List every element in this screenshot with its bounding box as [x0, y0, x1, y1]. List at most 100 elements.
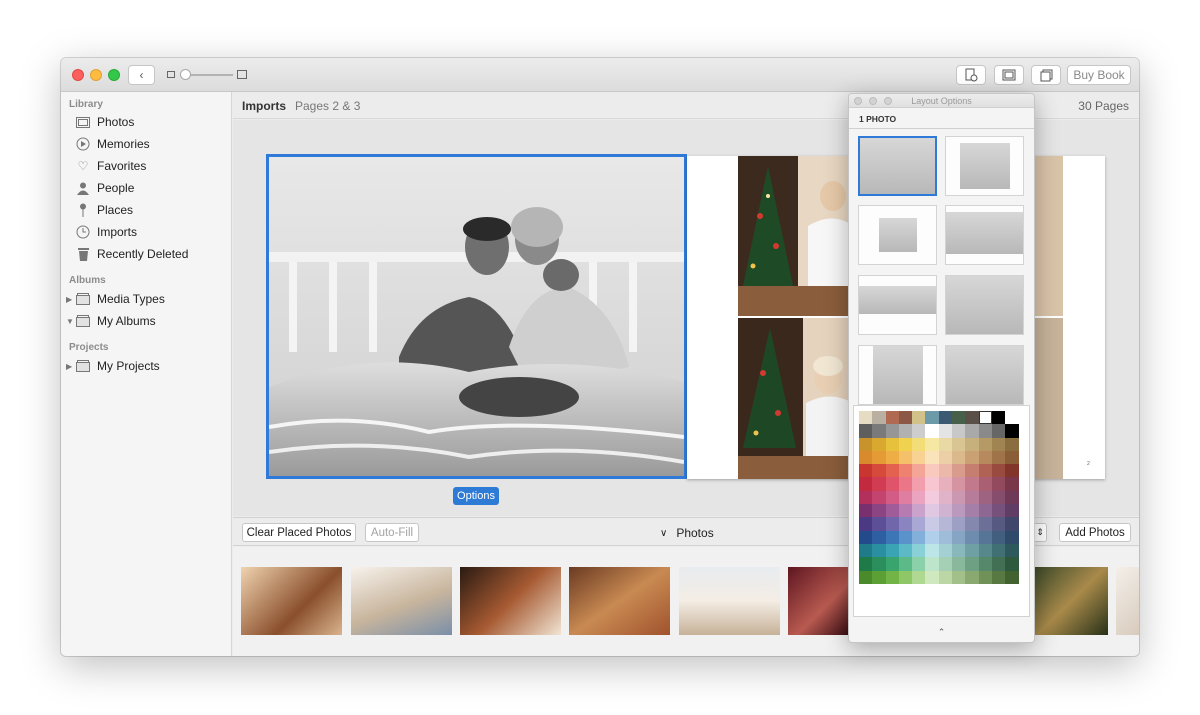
sort-stepper[interactable]: ⇕ [1033, 523, 1047, 542]
color-swatch[interactable] [925, 490, 939, 505]
color-swatch[interactable] [1005, 437, 1019, 451]
color-swatch[interactable] [1005, 530, 1019, 544]
sidebar-item-favorites[interactable]: ♡ Favorites [75, 156, 147, 176]
color-swatch[interactable] [1005, 477, 1019, 491]
layout-option-portrait[interactable] [858, 345, 937, 405]
color-swatch[interactable] [872, 517, 886, 531]
color-swatch[interactable] [1005, 543, 1019, 558]
color-swatch[interactable] [978, 411, 992, 425]
color-swatch[interactable] [978, 530, 992, 544]
color-swatch[interactable] [991, 517, 1006, 531]
tray-photo[interactable] [679, 567, 780, 635]
tray-photo[interactable] [569, 567, 670, 635]
color-swatch[interactable] [1005, 450, 1019, 465]
color-swatch[interactable] [912, 437, 926, 451]
page-options-button[interactable] [1031, 65, 1061, 85]
color-swatch[interactable] [1005, 517, 1019, 531]
color-swatch[interactable] [898, 490, 913, 505]
color-swatch[interactable] [859, 517, 873, 531]
color-swatch[interactable] [938, 411, 953, 425]
color-swatch[interactable] [859, 530, 873, 544]
color-swatch[interactable] [885, 450, 899, 465]
color-swatch[interactable] [872, 437, 886, 451]
color-swatch[interactable] [872, 424, 886, 438]
tray-photo[interactable] [788, 567, 848, 635]
color-swatch[interactable] [938, 450, 953, 465]
color-swatch[interactable] [965, 517, 979, 531]
color-swatch[interactable] [938, 570, 953, 584]
zoom-slider[interactable] [167, 68, 249, 82]
color-swatch[interactable] [925, 557, 939, 571]
panel-zoom-button[interactable] [884, 97, 892, 105]
layout-option-centered-small[interactable] [858, 205, 937, 265]
color-swatch[interactable] [965, 424, 979, 438]
color-swatch[interactable] [912, 557, 926, 571]
color-swatch[interactable] [938, 490, 953, 505]
color-swatch[interactable] [991, 557, 1006, 571]
layout-option-banner[interactable] [858, 275, 937, 335]
color-swatch[interactable] [925, 437, 939, 451]
color-swatch[interactable] [872, 504, 886, 518]
color-swatch[interactable] [965, 490, 979, 505]
color-swatch[interactable] [925, 424, 939, 438]
color-swatch[interactable] [925, 477, 939, 491]
color-swatch[interactable] [925, 464, 939, 478]
tray-photo[interactable] [1035, 567, 1108, 635]
sidebar-item-recently-deleted[interactable]: Recently Deleted [75, 244, 188, 264]
color-swatch[interactable] [1005, 464, 1019, 478]
options-button[interactable]: Options [453, 487, 499, 505]
color-swatch[interactable] [898, 517, 913, 531]
color-swatch[interactable] [978, 557, 992, 571]
color-swatch[interactable] [885, 570, 899, 584]
breadcrumb-section[interactable]: Imports [242, 99, 286, 113]
color-swatch[interactable] [898, 477, 913, 491]
color-swatch[interactable] [885, 517, 899, 531]
color-swatch[interactable] [885, 543, 899, 558]
christmas-photo-bottom[interactable] [738, 318, 853, 479]
color-swatch[interactable] [938, 464, 953, 478]
color-swatch[interactable] [991, 424, 1006, 438]
color-swatch[interactable] [859, 437, 873, 451]
shelf-photo-top[interactable] [1033, 156, 1063, 316]
color-swatch[interactable] [991, 450, 1006, 465]
color-swatch[interactable] [1005, 490, 1019, 505]
color-swatch[interactable] [965, 557, 979, 571]
color-swatch[interactable] [925, 517, 939, 531]
color-swatch[interactable] [925, 504, 939, 518]
color-swatch[interactable] [912, 570, 926, 584]
color-swatch[interactable] [978, 517, 992, 531]
color-swatch[interactable] [952, 437, 966, 451]
zoom-window-button[interactable] [108, 69, 120, 81]
color-swatch[interactable] [898, 530, 913, 544]
layout-option-full-portrait[interactable] [945, 345, 1024, 405]
color-swatch[interactable] [978, 543, 992, 558]
color-swatch[interactable] [859, 504, 873, 518]
color-swatch[interactable] [978, 570, 992, 584]
color-swatch[interactable] [898, 504, 913, 518]
left-page-photo[interactable] [266, 154, 687, 479]
minimize-window-button[interactable] [90, 69, 102, 81]
color-swatch[interactable] [912, 464, 926, 478]
book-settings-button[interactable] [956, 65, 986, 85]
color-swatch[interactable] [965, 477, 979, 491]
shelf-photo-bottom[interactable] [1033, 318, 1063, 479]
color-swatch[interactable] [965, 530, 979, 544]
color-swatch[interactable] [925, 530, 939, 544]
color-swatch[interactable] [952, 424, 966, 438]
color-swatch[interactable] [1005, 504, 1019, 518]
close-window-button[interactable] [72, 69, 84, 81]
color-swatch[interactable] [912, 424, 926, 438]
disclosure-right-icon[interactable]: ▶ [66, 362, 72, 371]
color-swatch[interactable] [991, 464, 1006, 478]
color-swatch[interactable] [885, 557, 899, 571]
color-swatch[interactable] [938, 437, 953, 451]
color-swatch[interactable] [978, 504, 992, 518]
color-swatch[interactable] [885, 411, 899, 425]
color-swatch[interactable] [925, 411, 939, 425]
color-swatch[interactable] [965, 411, 979, 425]
tray-photo[interactable] [460, 567, 561, 635]
color-swatch[interactable] [912, 517, 926, 531]
color-swatch[interactable] [1005, 424, 1019, 438]
layout-option-wide-top[interactable] [945, 205, 1024, 265]
color-swatch[interactable] [859, 424, 873, 438]
